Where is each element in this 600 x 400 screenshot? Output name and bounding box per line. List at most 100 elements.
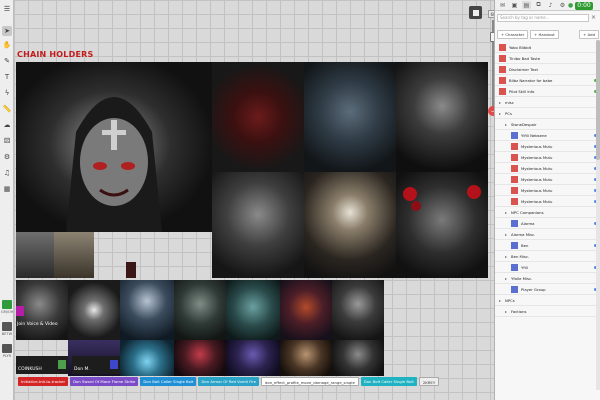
art-tile-row3-5[interactable] [226, 280, 280, 340]
journal-icon[interactable]: ▤ [522, 1, 531, 9]
macro-button[interactable]: Don Bolt Caller Single Bolt [360, 377, 417, 386]
journal-item[interactable]: Player Group [495, 284, 600, 295]
text-icon[interactable]: T [2, 72, 12, 82]
journal-item[interactable]: Disclaimer Text [495, 64, 600, 75]
compendium-icon[interactable]: ⧉ [534, 1, 543, 9]
art-tile-small-1[interactable] [16, 232, 54, 278]
journal-item[interactable]: Mysterious Mutu [495, 163, 600, 174]
avatar [511, 263, 518, 271]
journal-label: Mysterious Mutu [521, 198, 553, 204]
art-tile-row4-4[interactable] [226, 340, 280, 376]
add-handout-button[interactable]: + Handout [530, 30, 559, 39]
avatar [511, 197, 518, 205]
join-voice-video-button[interactable]: Join Voice & Video [17, 322, 67, 332]
macro-button[interactable]: Don Armor Of Red Vomit Fire [198, 377, 260, 386]
journal-item[interactable]: Ben [495, 240, 600, 251]
map-title: CHAIN HOLDERS [17, 50, 94, 59]
player-box-coinkush[interactable]: COINKUSH [16, 356, 68, 374]
journal-folder[interactable]: ▸ misc [495, 97, 600, 108]
art-tile-row3-4[interactable] [174, 280, 226, 340]
hand-icon[interactable]: ✋ [2, 40, 12, 50]
add-folder-button[interactable]: + Add [579, 30, 599, 39]
art-tile-row4-5[interactable] [280, 340, 332, 376]
art-tile-token[interactable] [126, 262, 136, 278]
scrollbar-thumb[interactable] [596, 40, 600, 160]
journal-folder[interactable]: ▸ Ben Misc. [495, 251, 600, 262]
journal-folder[interactable]: ▸ NPC Companions [495, 207, 600, 218]
journal-label: Mysterious Mutu [521, 187, 553, 193]
journal-item[interactable]: Mysterious Mutu [495, 185, 600, 196]
art-tile-row3-6[interactable] [280, 280, 332, 340]
layer-between-button[interactable] [2, 322, 12, 331]
art-tile-small-2[interactable] [54, 232, 94, 278]
journal-folder[interactable]: ▸ Alarma Misc. [495, 229, 600, 240]
journal-item[interactable]: Mysterious Mutu [495, 141, 600, 152]
add-character-button[interactable]: + Character [497, 30, 529, 39]
layer-gm-button[interactable] [2, 300, 12, 309]
journal-item[interactable]: Ylfili Nebsene [495, 130, 600, 141]
journal-search-input[interactable]: Search by tag or name... [497, 14, 589, 22]
art-tile-row4-2[interactable] [120, 340, 174, 376]
journal-folder[interactable]: ▸ PCs [495, 108, 600, 119]
menu-icon[interactable]: ☰ [2, 4, 12, 14]
macro-bar: Initiative-Init-to-tracker Don Sword Of M… [18, 377, 440, 387]
settings-icon[interactable]: ⚙ [558, 1, 567, 9]
map-canvas[interactable]: CHAIN HOLDERS Join Voice & Video COINKUS… [14, 0, 494, 400]
layer-gm-label: GM/OH [1, 310, 14, 314]
journal-item[interactable]: Blibz Narrator for babe [495, 75, 600, 86]
journal-folder[interactable]: ▸ NPCs [495, 295, 600, 306]
art-tile-rose-headdress[interactable] [396, 172, 488, 278]
journal-scrollbar[interactable] [596, 40, 600, 390]
journal-label: Yfill [521, 264, 528, 270]
art-tile-nun[interactable] [16, 62, 212, 232]
journal-item[interactable]: Mysterious Mutu [495, 152, 600, 163]
player-box-don[interactable]: Don M. [72, 356, 120, 374]
art-tile-red-tendrils[interactable] [212, 62, 304, 172]
avatar [499, 87, 506, 95]
chat-icon[interactable]: ✉ [498, 1, 507, 9]
journal-item[interactable]: Mysterious Mutu [495, 196, 600, 207]
art-tile-row3-2[interactable] [68, 280, 120, 340]
journal-folder[interactable]: ▸ Yfolle Misc. [495, 273, 600, 284]
settings-icon[interactable]: ⚙ [2, 152, 12, 162]
avatar [511, 186, 518, 194]
journal-folder[interactable]: ▸ Factions [495, 306, 600, 317]
macro-button[interactable]: Don Bolt Caller Single Bolt [140, 377, 197, 386]
jukebox-icon[interactable]: ♫ [2, 168, 12, 178]
journal-item[interactable]: Tinibo Bad Taste [495, 53, 600, 64]
journal-folder[interactable]: ▸ StoneDespair [495, 119, 600, 130]
close-icon[interactable]: × [591, 14, 596, 21]
journal-item[interactable]: Yobo Blibbit [495, 42, 600, 53]
art-tile-white-mask[interactable] [304, 172, 396, 278]
journal-item[interactable]: Yfill [495, 262, 600, 273]
pencil-icon[interactable]: ✎ [2, 56, 12, 66]
player-color-chip [110, 360, 118, 369]
journal-label: NPCs [505, 297, 515, 303]
pointer-icon[interactable]: ➤ [2, 26, 12, 36]
toggle-fullscreen-button[interactable] [469, 6, 482, 19]
macro-button[interactable]: 2KREY [418, 377, 440, 386]
journal-item[interactable]: Mysterious Mutu [495, 174, 600, 185]
avatar [511, 142, 518, 150]
art-tile-masked-figure[interactable] [212, 172, 304, 278]
jukebox-icon[interactable]: ♪ [546, 1, 555, 9]
ruler-icon[interactable]: 📏 [2, 104, 12, 114]
macro-button[interactable]: don_effect_profile_move_damage_range_sin… [261, 377, 359, 386]
art-tile-dark-creature[interactable] [304, 62, 396, 172]
grid-icon[interactable]: ▦ [2, 184, 12, 194]
art-tile-tall-ghoul[interactable] [396, 62, 488, 172]
art-icon[interactable]: ▣ [510, 1, 519, 9]
journal-item[interactable]: Alarma [495, 218, 600, 229]
layer-player-button[interactable] [2, 344, 12, 353]
fog-icon[interactable]: ☁ [2, 120, 12, 130]
art-tile-row4-6[interactable] [332, 340, 384, 376]
art-tile-row3-7[interactable] [332, 280, 384, 340]
journal-item[interactable]: Pilot Skill Info [495, 86, 600, 97]
macro-button[interactable]: Initiative-Init-to-tracker [18, 377, 69, 386]
macro-button[interactable]: Don Sword Of Mace Flame Strike [70, 377, 139, 386]
dice-icon[interactable]: ⚄ [2, 136, 12, 146]
avatar [511, 219, 518, 227]
art-tile-row3-3[interactable] [120, 280, 174, 340]
lightning-icon[interactable]: ϟ [2, 88, 12, 98]
art-tile-row4-3[interactable] [174, 340, 226, 376]
